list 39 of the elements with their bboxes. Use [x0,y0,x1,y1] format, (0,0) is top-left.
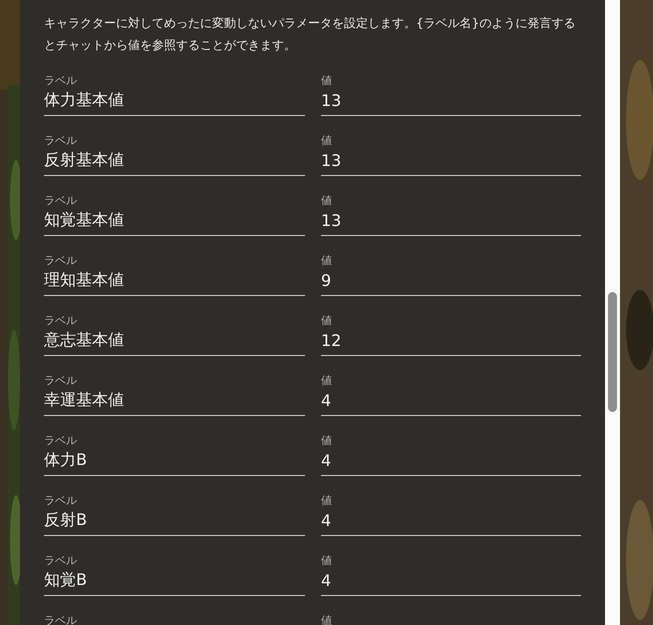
value-caption: 値 [321,314,333,328]
value-caption: 値 [321,374,333,388]
value-caption: 値 [321,554,333,568]
label-caption: ラベル [44,374,78,388]
label-field[interactable]: 意志基本値 [44,328,305,356]
scrollbar-thumb[interactable] [608,292,617,412]
value-caption: 値 [321,254,333,268]
label-caption: ラベル [44,314,78,328]
label-field[interactable]: 理知基本値 [44,268,305,296]
description: キャラクターに対してめったに変動しないパラメータを設定します。{ラベル名}のように発言するとチャットから値を参照することができます。 [44,15,576,54]
value-field[interactable]: 9 [321,268,581,296]
value-field[interactable]: 4 [321,508,581,536]
label-caption: ラベル [44,614,78,625]
value-field[interactable]: 13 [321,148,581,176]
label-field[interactable]: 体力基本値 [44,88,305,116]
label-caption: ラベル [44,134,78,148]
value-field[interactable]: 13 [321,88,581,116]
value-caption: 値 [321,74,333,88]
label-caption: ラベル [44,74,78,88]
value-caption: 値 [321,134,333,148]
label-caption: ラベル [44,494,78,508]
label-caption: ラベル [44,254,78,268]
label-field[interactable]: 体力B [44,448,305,476]
label-field[interactable]: 幸運基本値 [44,388,305,416]
value-caption: 値 [321,194,333,208]
value-field[interactable]: 13 [321,208,581,236]
value-field[interactable]: 12 [321,328,581,356]
label-field[interactable]: 知覚B [44,568,305,596]
value-field[interactable]: 4 [321,388,581,416]
value-caption: 値 [321,494,333,508]
label-field[interactable]: 反射基本値 [44,148,305,176]
label-caption: ラベル [44,434,78,448]
value-field[interactable]: 4 [321,448,581,476]
value-caption: 値 [321,434,333,448]
label-field[interactable]: 知覚基本値 [44,208,305,236]
label-field[interactable]: 反射B [44,508,305,536]
value-field[interactable]: 4 [321,568,581,596]
label-caption: ラベル [44,554,78,568]
label-caption: ラベル [44,194,78,208]
